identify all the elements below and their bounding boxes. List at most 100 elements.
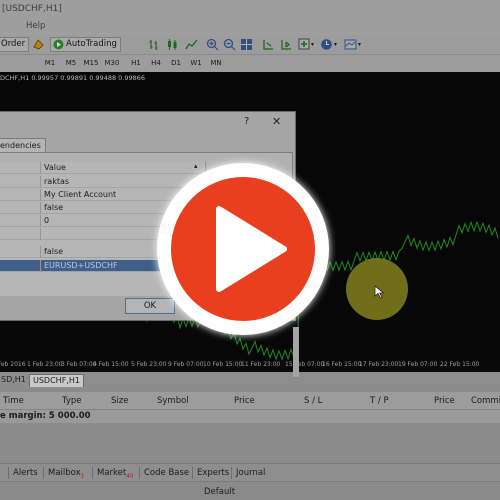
terminal-tab-journal[interactable]: Journal <box>236 468 265 478</box>
candles-icon[interactable] <box>166 38 179 51</box>
time-axis-label: 1 Feb 23:00 <box>27 361 63 368</box>
tab-dependencies[interactable]: endencies <box>0 138 46 152</box>
tab-separator <box>139 467 140 479</box>
periods-clock-icon[interactable] <box>320 38 333 51</box>
column-header[interactable]: Commi <box>471 396 500 406</box>
timeframe-w1[interactable]: W1 <box>187 57 205 70</box>
terminal-tab-label: Experts <box>197 468 230 478</box>
chart-tab-usdchf-h1[interactable]: USDCHF,H1 <box>29 374 84 387</box>
time-axis-label: 3 Feb 07:00 <box>61 361 97 368</box>
column-header[interactable]: S / L <box>304 396 322 406</box>
autotrading-icon <box>53 39 64 50</box>
timeframe-m15[interactable]: M15 <box>82 57 100 70</box>
time-axis-label: 9 Feb 07:00 <box>168 361 204 368</box>
indicators-icon[interactable] <box>298 38 311 51</box>
timeframe-d1[interactable]: D1 <box>167 57 185 70</box>
title-bar: [USDCHF,H1] <box>0 0 500 18</box>
new-order-label: Order <box>1 39 26 49</box>
standard-toolbar: Order AutoTrading ▾ ▾ ▾ <box>0 35 500 55</box>
tab-badge: 1 <box>80 473 85 480</box>
free-margin-text: e margin: 5 000.00 <box>0 411 91 421</box>
row-value: My Client Account <box>44 190 117 199</box>
column-divider <box>40 202 41 214</box>
templates-icon[interactable] <box>344 38 357 51</box>
column-divider <box>40 189 41 201</box>
status-profile: Default <box>204 487 236 497</box>
tab-badge: 40 <box>126 473 134 480</box>
autotrading-button[interactable]: AutoTrading <box>50 37 121 52</box>
new-order-button[interactable]: Order <box>0 37 30 52</box>
zoom-in-icon[interactable] <box>206 38 219 51</box>
column-header[interactable]: Type <box>62 396 82 406</box>
line-chart-icon[interactable] <box>185 38 198 51</box>
column-header[interactable]: Price <box>234 396 255 406</box>
timeframes-toolbar: M1 M5 M15 M30 H1 H4 D1 W1 MN <box>0 55 500 72</box>
menu-help[interactable]: Help <box>26 21 45 31</box>
chart-tabs: SD,H1 USDCHF,H1 <box>0 372 500 388</box>
column-header[interactable]: Symbol <box>157 396 189 406</box>
zoom-out-icon[interactable] <box>223 38 236 51</box>
indicators-dropdown-icon[interactable]: ▾ <box>311 41 314 48</box>
time-axis-label: 1 Feb 2016 <box>0 361 26 368</box>
column-header[interactable]: Price <box>434 396 455 406</box>
bars-icon[interactable] <box>148 38 161 51</box>
chart-shift-icon[interactable] <box>280 38 293 51</box>
terminal-tab-market[interactable]: Market40 <box>97 468 133 480</box>
terminal-tab-code-base[interactable]: Code Base <box>144 468 189 478</box>
column-divider <box>40 162 41 174</box>
templates-dropdown-icon[interactable]: ▾ <box>358 41 361 48</box>
tab-separator <box>192 467 193 479</box>
column-divider <box>40 260 41 272</box>
column-divider <box>40 246 41 258</box>
column-header[interactable]: T / P <box>370 396 389 406</box>
tile-windows-icon[interactable] <box>240 38 253 51</box>
terminal-tab-alerts[interactable]: Alerts <box>13 468 38 478</box>
time-axis: 1 Feb 20161 Feb 23:003 Feb 07:004 Feb 15… <box>0 360 500 372</box>
terminal-tabs: Alerts Mailbox1 Market40 Code Base Experts Jo… <box>0 463 500 481</box>
terminal-tab-experts[interactable]: Experts <box>197 468 229 478</box>
timeframe-m30[interactable]: M30 <box>103 57 121 70</box>
time-axis-label: 15 Feb 07:00 <box>285 361 325 368</box>
time-axis-label: 11 Feb 23:00 <box>241 361 281 368</box>
terminal-body <box>0 423 500 463</box>
row-value: EURUSD+USDCHF <box>44 261 118 270</box>
row-value: false <box>44 203 64 212</box>
terminal-tab-label: Mailbox <box>48 468 81 478</box>
time-axis-label: 16 Feb 15:00 <box>322 361 362 368</box>
autotrading-label: AutoTrading <box>66 39 117 49</box>
timeframe-m5[interactable]: M5 <box>62 57 80 70</box>
terminal-tab-mailbox[interactable]: Mailbox1 <box>48 468 84 480</box>
timeframe-h1[interactable]: H1 <box>127 57 145 70</box>
time-axis-label: 17 Feb 23:00 <box>359 361 399 368</box>
tab-separator <box>92 467 93 479</box>
timeframe-m1[interactable]: M1 <box>41 57 59 70</box>
help-icon[interactable]: ? <box>244 116 249 127</box>
column-header[interactable]: Size <box>111 396 128 406</box>
status-bar: Default <box>0 481 500 500</box>
close-icon[interactable]: ✕ <box>272 115 281 128</box>
row-value: false <box>44 247 64 256</box>
time-axis-label: 22 Feb 15:00 <box>440 361 480 368</box>
time-axis-label: 19 Feb 07:00 <box>398 361 438 368</box>
time-axis-label: 10 Feb 15:00 <box>203 361 243 368</box>
play-video-icon[interactable] <box>150 156 336 342</box>
tab-separator <box>43 467 44 479</box>
terminal-tab-label: Market <box>97 468 127 478</box>
terminal-balance-row[interactable]: e margin: 5 000.00 <box>0 410 500 423</box>
terminal-tab-label: Journal <box>236 468 266 478</box>
window-title: [USDCHF,H1] <box>2 4 62 14</box>
timeframe-mn[interactable]: MN <box>207 57 225 70</box>
column-divider <box>40 215 41 227</box>
timeframe-h4[interactable]: H4 <box>147 57 165 70</box>
column-header[interactable]: Time <box>3 396 24 406</box>
autoscroll-icon[interactable] <box>262 38 275 51</box>
mouse-cursor-icon <box>374 285 385 299</box>
terminal-header: Time Type Size Symbol Price S / L T / P Price Co… <box>0 392 500 410</box>
terminal-tab-label: Code Base <box>144 468 190 478</box>
column-divider <box>40 176 41 188</box>
periods-dropdown-icon[interactable]: ▾ <box>334 41 337 48</box>
metaeditor-icon[interactable] <box>32 38 45 51</box>
time-axis-label: 4 Feb 15:00 <box>93 361 129 368</box>
chart-tab-sd-h1[interactable]: SD,H1 <box>0 374 29 387</box>
row-value: 0 <box>44 216 50 225</box>
